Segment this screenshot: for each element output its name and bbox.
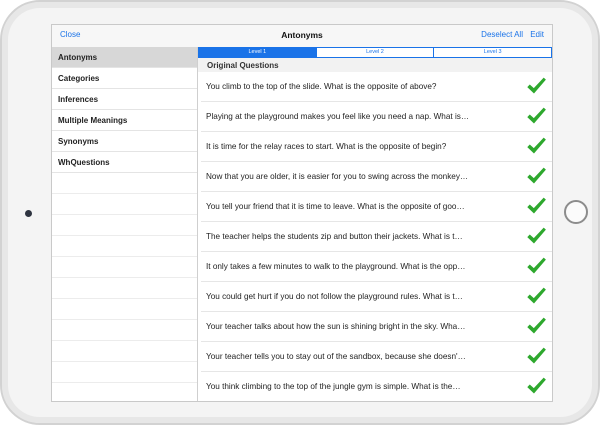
section-header: Original Questions xyxy=(198,58,552,72)
level-segmented-control: Level 1 Level 2 Level 3 xyxy=(198,47,552,58)
edit-button[interactable]: Edit xyxy=(530,30,544,39)
tab-level-3[interactable]: Level 3 xyxy=(433,48,551,57)
question-text: The teacher helps the students zip and b… xyxy=(206,232,463,241)
sidebar-empty-row xyxy=(52,341,197,362)
sidebar-empty-row xyxy=(52,257,197,278)
question-row[interactable]: It is time for the relay races to start.… xyxy=(201,132,552,162)
question-row[interactable]: You could get hurt if you do not follow … xyxy=(201,282,552,312)
sidebar-item-multiple-meanings[interactable]: Multiple Meanings xyxy=(52,110,197,131)
question-row[interactable]: The teacher helps the students zip and b… xyxy=(201,222,552,252)
sidebar-empty-row xyxy=(52,215,197,236)
checkmark-icon[interactable] xyxy=(525,315,547,337)
nav-actions: Deselect All Edit xyxy=(476,30,544,39)
checkmark-icon[interactable] xyxy=(525,105,547,127)
question-list: You climb to the top of the slide. What … xyxy=(201,72,552,401)
sidebar-empty-row xyxy=(52,173,197,194)
question-text: You tell your friend that it is time to … xyxy=(206,202,465,211)
app-screen: Close Antonyms Deselect All Edit Antonym… xyxy=(51,24,553,402)
question-row[interactable]: Now that you are older, it is easier for… xyxy=(201,162,552,192)
sidebar-empty-row xyxy=(52,362,197,383)
close-button[interactable]: Close xyxy=(60,30,80,39)
navigation-bar: Close Antonyms Deselect All Edit xyxy=(52,25,552,48)
question-row[interactable]: Playing at the playground makes you feel… xyxy=(201,102,552,132)
tab-level-2[interactable]: Level 2 xyxy=(315,48,434,57)
question-row[interactable]: Your teacher tells you to stay out of th… xyxy=(201,342,552,372)
ipad-frame: Close Antonyms Deselect All Edit Antonym… xyxy=(0,0,600,425)
checkmark-icon[interactable] xyxy=(525,165,547,187)
checkmark-icon[interactable] xyxy=(525,345,547,367)
question-text: It only takes a few minutes to walk to t… xyxy=(206,262,466,271)
sidebar-empty-row xyxy=(52,299,197,320)
question-text: Your teacher tells you to stay out of th… xyxy=(206,352,466,361)
question-row[interactable]: It only takes a few minutes to walk to t… xyxy=(201,252,552,282)
checkmark-icon[interactable] xyxy=(525,195,547,217)
question-text: It is time for the relay races to start.… xyxy=(206,142,447,151)
checkmark-icon[interactable] xyxy=(525,255,547,277)
sidebar-item-antonyms[interactable]: Antonyms xyxy=(52,47,197,68)
sidebar-item-synonyms[interactable]: Synonyms xyxy=(52,131,197,152)
checkmark-icon[interactable] xyxy=(525,375,547,397)
sidebar-item-categories[interactable]: Categories xyxy=(52,68,197,89)
question-row[interactable]: Your teacher talks about how the sun is … xyxy=(201,312,552,342)
sidebar-empty-row xyxy=(52,278,197,299)
checkmark-icon[interactable] xyxy=(525,225,547,247)
front-camera-icon xyxy=(25,210,32,217)
tab-level-1[interactable]: Level 1 xyxy=(199,48,316,57)
checkmark-icon[interactable] xyxy=(525,135,547,157)
question-text: You climb to the top of the slide. What … xyxy=(206,82,437,91)
question-text: You think climbing to the top of the jun… xyxy=(206,382,461,391)
question-text: Now that you are older, it is easier for… xyxy=(206,172,469,181)
category-sidebar: Antonyms Categories Inferences Multiple … xyxy=(52,47,198,401)
questions-panel: Level 1 Level 2 Level 3 Original Questio… xyxy=(198,47,552,401)
home-button[interactable] xyxy=(564,200,588,224)
question-row[interactable]: You climb to the top of the slide. What … xyxy=(201,72,552,102)
question-row[interactable]: You think climbing to the top of the jun… xyxy=(201,372,552,401)
deselect-all-button[interactable]: Deselect All xyxy=(481,30,523,39)
sidebar-item-inferences[interactable]: Inferences xyxy=(52,89,197,110)
sidebar-empty-row xyxy=(52,194,197,215)
question-row[interactable]: You tell your friend that it is time to … xyxy=(201,192,552,222)
sidebar-empty-row xyxy=(52,236,197,257)
sidebar-item-whquestions[interactable]: WhQuestions xyxy=(52,152,197,173)
sidebar-empty-row xyxy=(52,320,197,341)
checkmark-icon[interactable] xyxy=(525,75,547,97)
question-text: Your teacher talks about how the sun is … xyxy=(206,322,466,331)
question-text: You could get hurt if you do not follow … xyxy=(206,292,463,301)
checkmark-icon[interactable] xyxy=(525,285,547,307)
question-text: Playing at the playground makes you feel… xyxy=(206,112,470,121)
